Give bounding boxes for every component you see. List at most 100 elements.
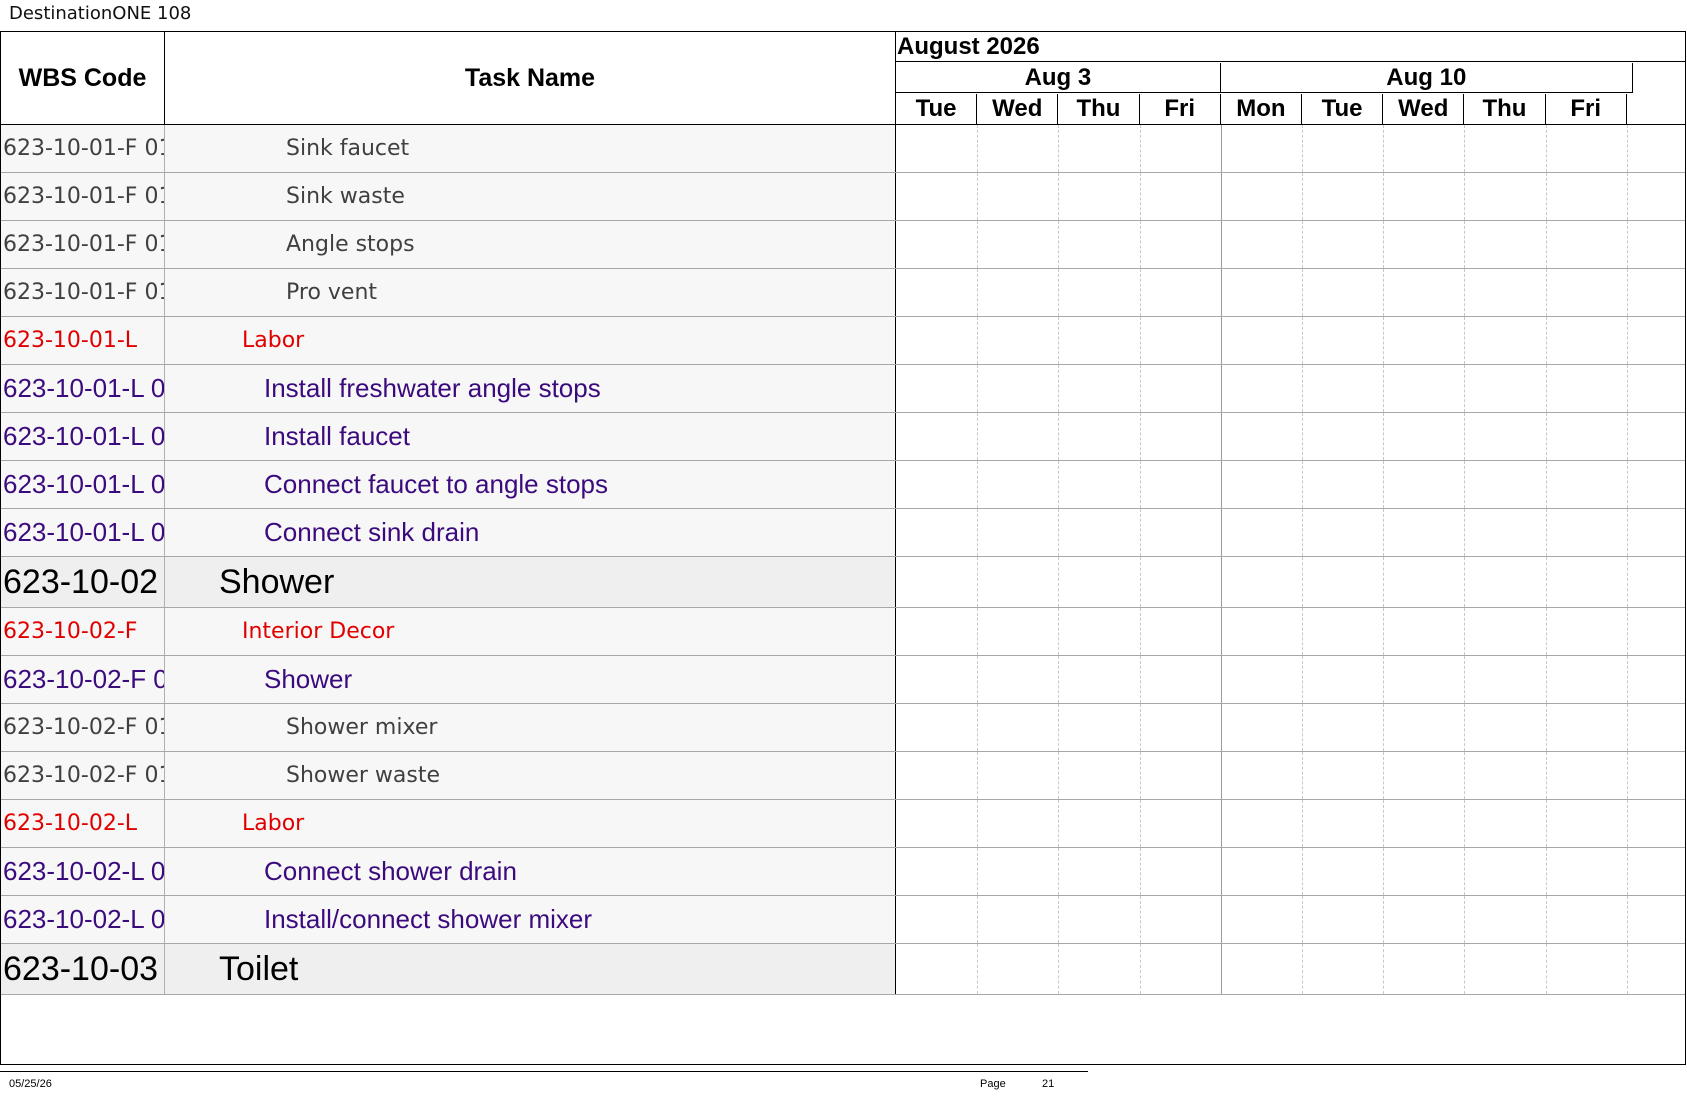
day-gridline — [1302, 704, 1303, 751]
task-rows: 623-10-01-F 01 Sink faucet 623-10-01-F 01 S… — [1, 125, 1685, 995]
day-header: Tue — [896, 94, 978, 124]
wbs-code-text: 623-10-01-F 01 — [3, 232, 165, 257]
task-row[interactable]: 623-10-02-L 0 Install/connect shower mixe… — [1, 896, 1685, 944]
day-gridline — [1464, 944, 1466, 994]
wbs-code-header[interactable]: WBS Code — [1, 32, 165, 124]
day-gridline — [1383, 461, 1385, 508]
day-gridline — [977, 173, 979, 220]
day-gridline — [1302, 656, 1303, 703]
day-gridline — [1220, 269, 1222, 316]
task-row[interactable]: 623-10-01-L Labor — [1, 317, 1685, 365]
task-name-cell: Toilet — [165, 944, 896, 994]
day-gridline — [1058, 125, 1060, 172]
timeline-cells[interactable] — [896, 704, 1685, 751]
day-gridline — [1464, 800, 1466, 847]
day-gridline — [1626, 608, 1628, 655]
task-row[interactable]: 623-10-02-F 0 Shower — [1, 656, 1685, 704]
task-row[interactable]: 623-10-01-F 01 Pro vent — [1, 269, 1685, 317]
wbs-code-cell: 623-10-02-L 0 — [1, 896, 165, 943]
day-gridline — [1139, 317, 1141, 364]
day-gridline — [1058, 173, 1060, 220]
day-gridline — [1058, 896, 1060, 943]
task-row[interactable]: 623-10-02-F 01 Shower mixer — [1, 704, 1685, 752]
task-name-text: Sink faucet — [286, 136, 410, 161]
day-gridline — [1464, 413, 1466, 460]
day-gridline — [977, 944, 979, 994]
task-name-header[interactable]: Task Name — [165, 32, 896, 124]
day-gridline — [1139, 173, 1141, 220]
wbs-code-cell: 623-10-01-F 01 — [1, 125, 165, 172]
day-gridline — [1383, 704, 1385, 751]
wbs-code-cell: 623-10-01-F 01 — [1, 173, 165, 220]
day-gridline — [1545, 896, 1547, 943]
task-row[interactable]: 623-10-01-L 0 Install faucet — [1, 413, 1685, 461]
timeline-cells[interactable] — [896, 896, 1685, 943]
day-gridline — [1626, 557, 1628, 607]
day-gridline — [1383, 317, 1385, 364]
day-gridline — [1626, 221, 1628, 268]
day-gridline — [977, 221, 979, 268]
task-name-cell: Labor — [165, 800, 896, 847]
task-name-text: Sink waste — [286, 184, 405, 209]
task-row[interactable]: 623-10-01-L 0 Connect faucet to angle sto… — [1, 461, 1685, 509]
task-name-text: Labor — [242, 811, 305, 836]
day-gridline — [1545, 125, 1547, 172]
timeline-cells[interactable] — [896, 173, 1685, 220]
day-gridline — [1139, 704, 1141, 751]
day-gridline — [1058, 509, 1060, 556]
day-gridline — [1383, 221, 1385, 268]
timeline-cells[interactable] — [896, 608, 1685, 655]
day-gridline — [1383, 608, 1385, 655]
timeline-cells[interactable] — [896, 848, 1685, 895]
timeline-cells[interactable] — [896, 365, 1685, 412]
task-row[interactable]: 623-10-02 Shower — [1, 557, 1685, 608]
timeline-cells[interactable] — [896, 125, 1685, 172]
day-gridline — [1302, 944, 1303, 994]
task-row[interactable]: 623-10-01-L 0 Install freshwater angle st… — [1, 365, 1685, 413]
task-row[interactable]: 623-10-02-F 01 Shower waste — [1, 752, 1685, 800]
timeline-cells[interactable] — [896, 557, 1685, 607]
timeline-cells[interactable] — [896, 221, 1685, 268]
day-gridline — [1058, 557, 1060, 607]
timeline-cells[interactable] — [896, 413, 1685, 460]
day-gridline — [977, 848, 979, 895]
day-gridline — [1545, 365, 1547, 412]
task-row[interactable]: 623-10-02-F Interior Decor — [1, 608, 1685, 656]
day-gridline — [1545, 173, 1547, 220]
task-row[interactable]: 623-10-01-F 01 Sink faucet — [1, 125, 1685, 173]
wbs-code-cell: 623-10-02-L 0 — [1, 848, 165, 895]
wbs-code-cell: 623-10-02-F 01 — [1, 704, 165, 751]
day-gridline — [1139, 896, 1141, 943]
task-name-cell: Connect faucet to angle stops — [165, 461, 896, 508]
day-gridline — [1545, 944, 1547, 994]
timeline-cells[interactable] — [896, 800, 1685, 847]
task-row[interactable]: 623-10-03 Toilet — [1, 944, 1685, 995]
day-header: Thu — [1058, 94, 1140, 124]
day-gridline — [1464, 608, 1466, 655]
timeline-cells[interactable] — [896, 317, 1685, 364]
wbs-code-cell: 623-10-01-L 0 — [1, 509, 165, 556]
wbs-code-text: 623-10-01-L 0 — [3, 517, 165, 547]
day-gridline — [1626, 944, 1628, 994]
day-gridline — [1383, 125, 1385, 172]
task-row[interactable]: 623-10-01-L 0 Connect sink drain — [1, 509, 1685, 557]
day-gridline — [1058, 461, 1060, 508]
timeline-cells[interactable] — [896, 944, 1685, 994]
timeline-cells[interactable] — [896, 509, 1685, 556]
wbs-code-text: 623-10-01-F 01 — [3, 280, 165, 305]
day-gridline — [1383, 848, 1385, 895]
task-row[interactable]: 623-10-02-L 0 Connect shower drain — [1, 848, 1685, 896]
task-row[interactable]: 623-10-02-L Labor — [1, 800, 1685, 848]
day-gridline — [1220, 125, 1222, 172]
timeline-cells[interactable] — [896, 269, 1685, 316]
task-row[interactable]: 623-10-01-F 01 Sink waste — [1, 173, 1685, 221]
day-gridline — [1545, 557, 1547, 607]
timeline-cells[interactable] — [896, 752, 1685, 799]
timeline-cells[interactable] — [896, 461, 1685, 508]
timeline-cells[interactable] — [896, 656, 1685, 703]
day-gridline — [1302, 896, 1303, 943]
day-header: Wed — [977, 94, 1059, 124]
day-gridline — [1464, 269, 1466, 316]
day-gridline — [1058, 656, 1060, 703]
task-row[interactable]: 623-10-01-F 01 Angle stops — [1, 221, 1685, 269]
